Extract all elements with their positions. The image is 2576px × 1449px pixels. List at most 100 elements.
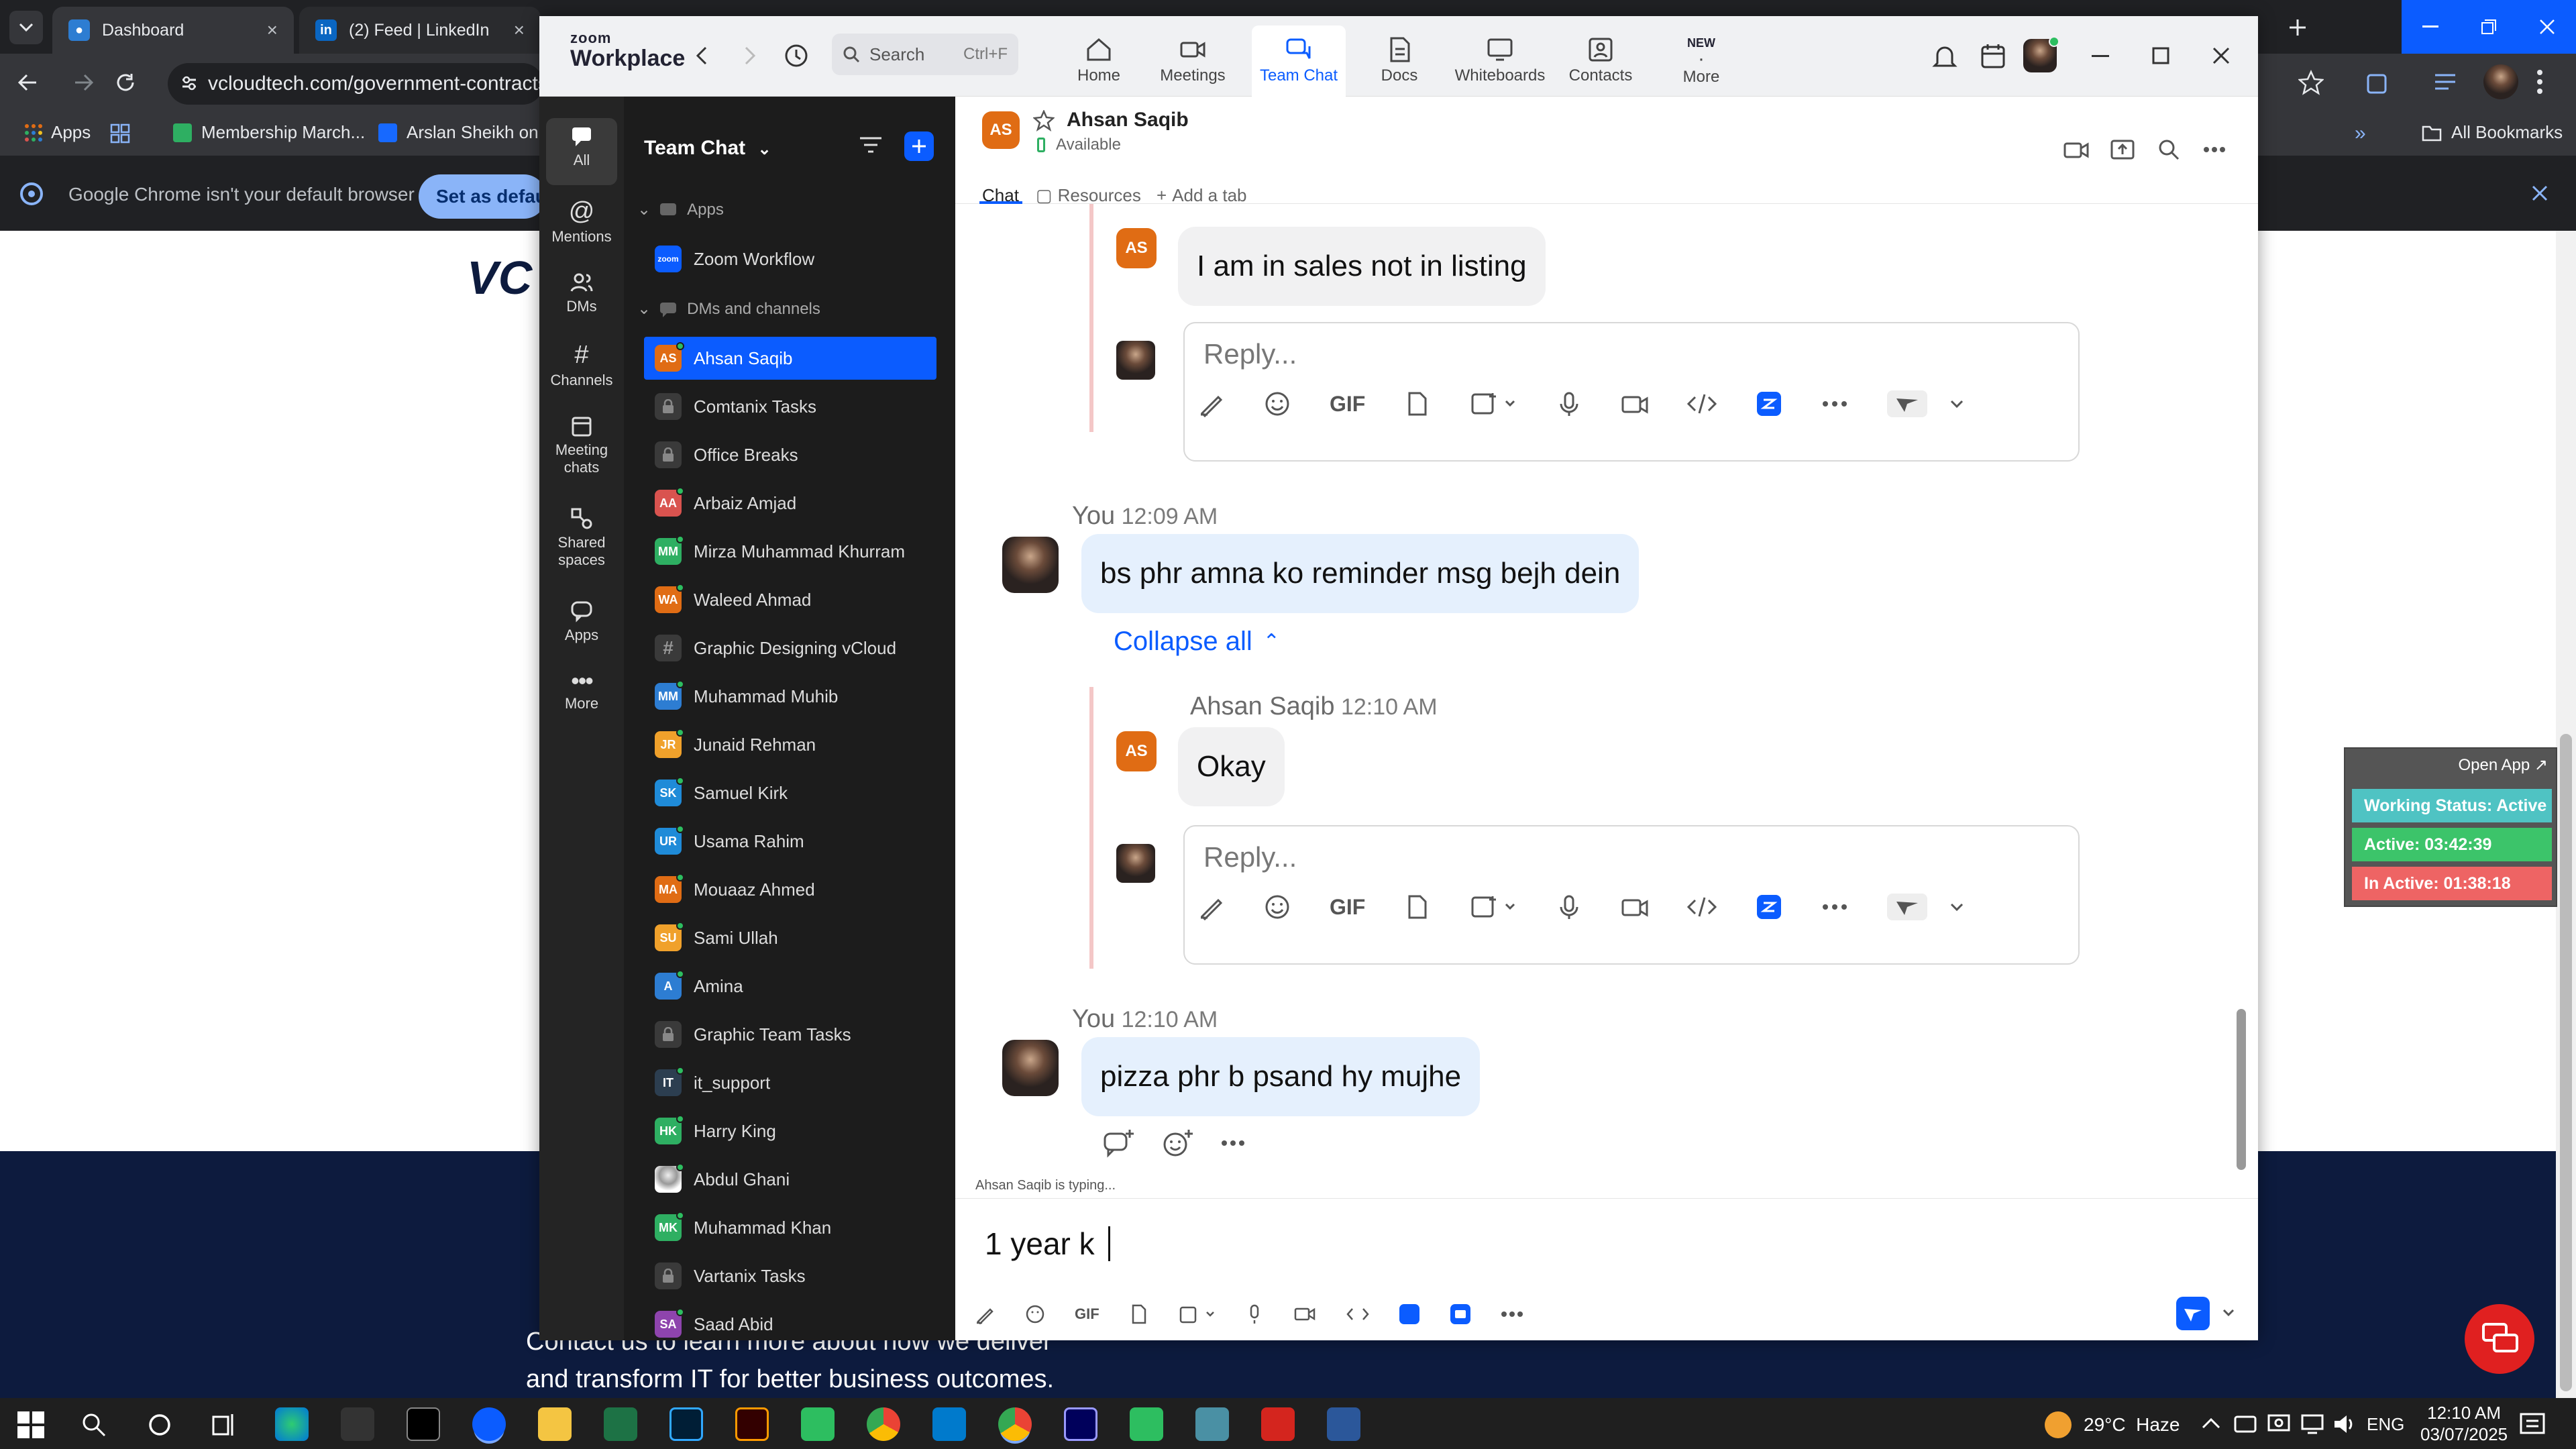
microphone-icon[interactable] (1244, 1304, 1265, 1324)
rail-more[interactable]: ••• More (546, 664, 617, 712)
sidebar-item[interactable]: HK Harry King (644, 1110, 936, 1152)
reply-thread-icon[interactable] (1103, 1128, 1135, 1158)
clock[interactable]: 12:10 AM 03/07/2025 (2420, 1402, 2508, 1445)
new-chat-button[interactable] (904, 131, 934, 161)
sidebar-item[interactable]: Vartanix Tasks (644, 1254, 936, 1297)
send-options-chevron-icon[interactable] (2222, 1307, 2235, 1318)
search-icon[interactable] (82, 1413, 106, 1437)
rail-shared-spaces[interactable]: Shared spaces (546, 500, 617, 569)
microphone-icon[interactable] (1556, 390, 1582, 417)
emoji-icon[interactable] (1264, 894, 1291, 920)
message-avatar[interactable]: AS (1116, 228, 1157, 268)
zoom-close-icon[interactable] (2212, 47, 2230, 64)
chrome-menu-icon[interactable] (2536, 68, 2544, 95)
close-infobar-icon[interactable] (2530, 184, 2549, 203)
message-sender[interactable]: Ahsan Saqib (1190, 692, 1335, 720)
format-text-icon[interactable] (975, 1304, 996, 1324)
calendar-icon[interactable] (1980, 43, 2006, 70)
tab-resources[interactable]: ▢ Resources (1036, 185, 1141, 206)
tab-linkedin[interactable]: in (2) Feed | LinkedIn × (299, 7, 541, 54)
send-icon[interactable] (1887, 894, 1974, 920)
all-bookmarks[interactable]: All Bookmarks (2422, 122, 2563, 143)
history-forward-icon[interactable] (743, 46, 757, 66)
history-back-icon[interactable] (695, 46, 708, 66)
sidebar-item[interactable]: MK Muhammad Khan (644, 1206, 936, 1249)
sidebar-item[interactable]: MM Muhammad Muhib (644, 675, 936, 718)
site-info-icon[interactable] (180, 74, 199, 93)
thread-reply-box[interactable]: Reply... GIF (1183, 825, 2080, 965)
sidebar-item[interactable]: Abdul Ghani (644, 1158, 936, 1201)
share-screen-icon[interactable] (2110, 138, 2135, 161)
format-text-icon[interactable] (1198, 390, 1225, 417)
team-chat-title[interactable]: Team Chat ⌄ (644, 137, 771, 160)
code-snippet-icon[interactable] (1687, 894, 1717, 920)
word-icon[interactable] (1327, 1407, 1360, 1441)
page-scrollbar[interactable] (2556, 231, 2576, 1398)
screenshot-icon[interactable] (1470, 390, 1517, 417)
zoom-doc-icon[interactable] (1756, 894, 1782, 920)
more-options-icon[interactable] (1821, 390, 1848, 417)
thread-reply-box[interactable]: Reply... GIF (1183, 322, 2080, 462)
gif-icon[interactable]: GIF (1330, 895, 1365, 920)
message-avatar[interactable]: AS (1116, 731, 1157, 771)
attach-file-icon[interactable] (1404, 894, 1431, 920)
notifications-bell-icon[interactable] (1932, 43, 1957, 70)
volume-icon[interactable] (2332, 1413, 2355, 1436)
video-message-icon[interactable] (1294, 1304, 1317, 1324)
zoom-taskbar-icon[interactable] (472, 1407, 506, 1441)
code-snippet-icon[interactable] (1346, 1304, 1369, 1324)
more-options-icon[interactable] (1501, 1311, 1523, 1318)
chat-more-icon[interactable] (2203, 146, 2226, 153)
open-app-link[interactable]: Open App ↗ (2458, 755, 2548, 775)
nav-home[interactable]: Home (1052, 25, 1146, 97)
new-tab-icon[interactable] (2281, 11, 2314, 44)
chrome-icon[interactable] (867, 1407, 900, 1441)
tray-screen-icon[interactable] (2267, 1413, 2290, 1436)
rail-channels[interactable]: # Channels (546, 335, 617, 389)
sidebar-item[interactable]: Office Breaks (644, 433, 936, 476)
back-icon[interactable] (16, 71, 39, 94)
attach-file-icon[interactable] (1404, 390, 1431, 417)
message-bubble[interactable]: bs phr amna ko reminder msg bejh dein (1081, 534, 1640, 613)
message-sender[interactable]: You (1072, 502, 1115, 530)
video-message-icon[interactable] (1621, 390, 1648, 417)
excel-icon[interactable] (604, 1407, 637, 1441)
vscode-icon[interactable] (932, 1407, 966, 1441)
sidebar-item[interactable]: UR Usama Rahim (644, 820, 936, 863)
video-call-icon[interactable] (2063, 140, 2090, 161)
sidebar-item[interactable]: Comtanix Tasks (644, 385, 936, 428)
bookmark-membership[interactable]: Membership March... (173, 122, 365, 143)
sidebar-item[interactable]: AA Arbaiz Amjad (644, 482, 936, 525)
bookmark-star-icon[interactable] (2298, 70, 2324, 95)
message-more-icon[interactable] (1221, 1140, 1245, 1146)
edge-icon[interactable] (275, 1407, 309, 1441)
sidebar-item[interactable]: A Amina (644, 965, 936, 1008)
task-view-icon[interactable] (212, 1413, 237, 1437)
network-icon[interactable] (2301, 1413, 2324, 1436)
sidebar-item[interactable]: AS Ahsan Saqib (644, 337, 936, 380)
bookmark-arslan[interactable]: Arslan Sheikh on B (378, 122, 539, 143)
gif-icon[interactable]: GIF (1330, 392, 1365, 417)
premiere-icon[interactable] (1064, 1407, 1097, 1441)
sidebar-item[interactable]: IT it_support (644, 1061, 936, 1104)
recent-history-icon[interactable] (784, 43, 809, 68)
site-chat-button[interactable] (2465, 1304, 2534, 1374)
zoom-doc-icon[interactable] (1399, 1303, 1420, 1325)
forward-icon[interactable] (72, 71, 95, 94)
message-bubble[interactable]: Okay (1178, 727, 1285, 806)
contact-avatar[interactable]: AS (982, 111, 1020, 149)
sidebar-item-zoom-workflow[interactable]: zoom Zoom Workflow (644, 237, 936, 280)
nav-more[interactable]: NEW · More (1654, 25, 1748, 97)
zoom-maximize-icon[interactable] (2152, 47, 2169, 64)
pen-icon[interactable] (341, 1407, 374, 1441)
zoom-search[interactable]: Search Ctrl+F (832, 34, 1018, 75)
windows-start-icon[interactable] (17, 1411, 44, 1438)
message-bubble[interactable]: I am in sales not in listing (1178, 227, 1546, 306)
illustrator-icon[interactable] (735, 1407, 769, 1441)
compose-input[interactable]: 1 year k (985, 1226, 1111, 1262)
gif-icon[interactable]: GIF (1075, 1305, 1099, 1323)
microphone-icon[interactable] (1556, 894, 1582, 920)
send-button[interactable] (2176, 1297, 2210, 1330)
app-icon[interactable] (1195, 1407, 1229, 1441)
collapse-all-button[interactable]: Collapse all ⌃ (1114, 627, 1280, 657)
